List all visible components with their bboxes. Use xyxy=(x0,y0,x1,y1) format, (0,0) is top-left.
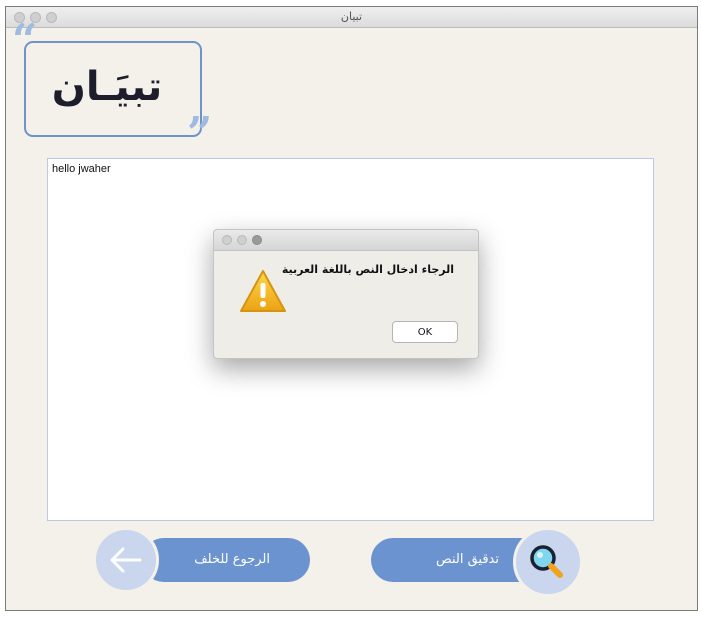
open-quote-icon: “ xyxy=(12,15,38,66)
window-title: تبيان xyxy=(340,10,363,23)
arrow-left-icon xyxy=(110,547,142,573)
alert-zoom-button[interactable] xyxy=(252,235,262,245)
close-quote-icon: ” xyxy=(187,108,213,159)
check-text-button-circle[interactable] xyxy=(513,527,583,597)
alert-minimize-button[interactable] xyxy=(237,235,247,245)
warning-icon xyxy=(240,270,286,312)
alert-title-bar[interactable] xyxy=(214,230,478,251)
magnifier-icon xyxy=(530,545,563,578)
alert-close-button[interactable] xyxy=(222,235,232,245)
alert-message: الرجاء ادخال النص باللغة العربية xyxy=(281,263,454,276)
text-input-content: hello jwaher xyxy=(52,163,111,175)
check-text-button-label: تدقيق النص xyxy=(436,552,499,567)
alert-dialog: الرجاء ادخال النص باللغة العربية OK xyxy=(213,229,479,359)
back-button[interactable]: الرجوع للخلف xyxy=(142,538,310,582)
ok-button[interactable]: OK xyxy=(392,321,458,343)
back-button-label: الرجوع للخلف xyxy=(194,552,270,567)
title-bar[interactable]: تبيان xyxy=(6,7,697,28)
logo-text: تبيَـان xyxy=(51,64,163,110)
app-window: تبيان “ ” تبيَـان hello jwaher الرجاء اد… xyxy=(5,6,698,611)
back-button-circle[interactable] xyxy=(93,527,159,593)
